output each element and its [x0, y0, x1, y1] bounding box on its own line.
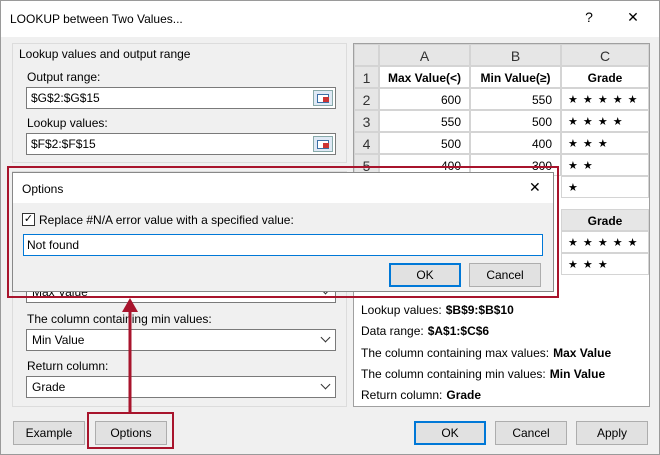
table-cell: 400	[470, 132, 561, 154]
table-cell: 550	[470, 88, 561, 110]
table-cell: 500	[470, 110, 561, 132]
help-button[interactable]: ?	[579, 9, 599, 25]
ok-button[interactable]: OK	[414, 421, 486, 445]
highlight-box	[87, 412, 174, 449]
table-cell: Grade	[561, 66, 649, 88]
title-bar: LOOKUP between Two Values... ? ✕	[1, 1, 659, 37]
info-return-column: Return column: Grade	[361, 388, 481, 402]
range-select-icon[interactable]	[313, 136, 333, 152]
table-cell: ★ ★ ★ ★	[561, 110, 649, 132]
table-cell: ★ ★ ★ ★ ★	[561, 231, 649, 253]
info-lookup: Lookup values: $B$9:$B$10	[361, 303, 514, 317]
table-cell: Max Value(<)	[379, 66, 470, 88]
table-cell: ★ ★ ★ ★ ★	[561, 88, 649, 110]
close-button[interactable]: ✕	[623, 9, 643, 26]
info-label: Data range:	[361, 324, 424, 338]
info-label: The column containing min values:	[361, 367, 546, 381]
min-column-select[interactable]: Min Value	[26, 329, 336, 351]
lookup-values-label: Lookup values:	[27, 116, 108, 130]
table-cell: Min Value(≥)	[470, 66, 561, 88]
table-cell: ★ ★ ★	[561, 253, 649, 275]
info-min-column: The column containing min values: Min Val…	[361, 367, 605, 381]
info-label: The column containing max values:	[361, 346, 550, 360]
table-cell: 600	[379, 88, 470, 110]
info-label: Lookup values:	[361, 303, 442, 317]
info-value: Grade	[446, 388, 482, 402]
group-title: Lookup values and output range	[19, 47, 191, 61]
cancel-button[interactable]: Cancel	[495, 421, 567, 445]
grade-header: Grade	[561, 209, 649, 231]
info-label: Return column:	[361, 388, 443, 402]
return-column-select[interactable]: Grade	[26, 376, 336, 398]
info-value: $A$1:$C$6	[427, 324, 490, 338]
info-value: Min Value	[549, 367, 606, 381]
chevron-down-icon	[320, 332, 331, 343]
table-cell: ★ ★ ★	[561, 132, 649, 154]
row-header: 3	[354, 110, 379, 132]
info-value: $B$9:$B$10	[445, 303, 514, 317]
table-cell: 500	[379, 132, 470, 154]
table-cell: 550	[379, 110, 470, 132]
arrow-up-icon	[122, 298, 138, 414]
column-header: A	[379, 44, 470, 66]
table-cell: ★	[561, 176, 649, 198]
window-title: LOOKUP between Two Values...	[10, 12, 183, 26]
output-range-input[interactable]: $G$2:$G$15	[26, 87, 336, 109]
output-range-label: Output range:	[27, 70, 101, 84]
row-header: 4	[354, 132, 379, 154]
example-button[interactable]: Example	[13, 421, 85, 445]
table-cell: ★ ★	[561, 154, 649, 176]
column-header: C	[561, 44, 649, 66]
return-column-value: Grade	[32, 380, 66, 394]
chevron-down-icon	[320, 379, 331, 390]
column-header: B	[470, 44, 561, 66]
info-data-range: Data range: $A$1:$C$6	[361, 324, 489, 338]
min-column-value: Min Value	[32, 333, 85, 347]
return-column-label: Return column:	[27, 359, 109, 373]
range-select-icon[interactable]	[313, 90, 333, 106]
row-header: 2	[354, 88, 379, 110]
info-max-column: The column containing max values: Max Val…	[361, 346, 611, 360]
lookup-values-input[interactable]: $F$2:$F$15	[26, 133, 336, 155]
info-value: Max Value	[553, 346, 612, 360]
select-all-corner	[354, 44, 379, 66]
apply-button[interactable]: Apply	[576, 421, 648, 445]
row-header: 1	[354, 66, 379, 88]
highlight-box	[7, 166, 559, 298]
